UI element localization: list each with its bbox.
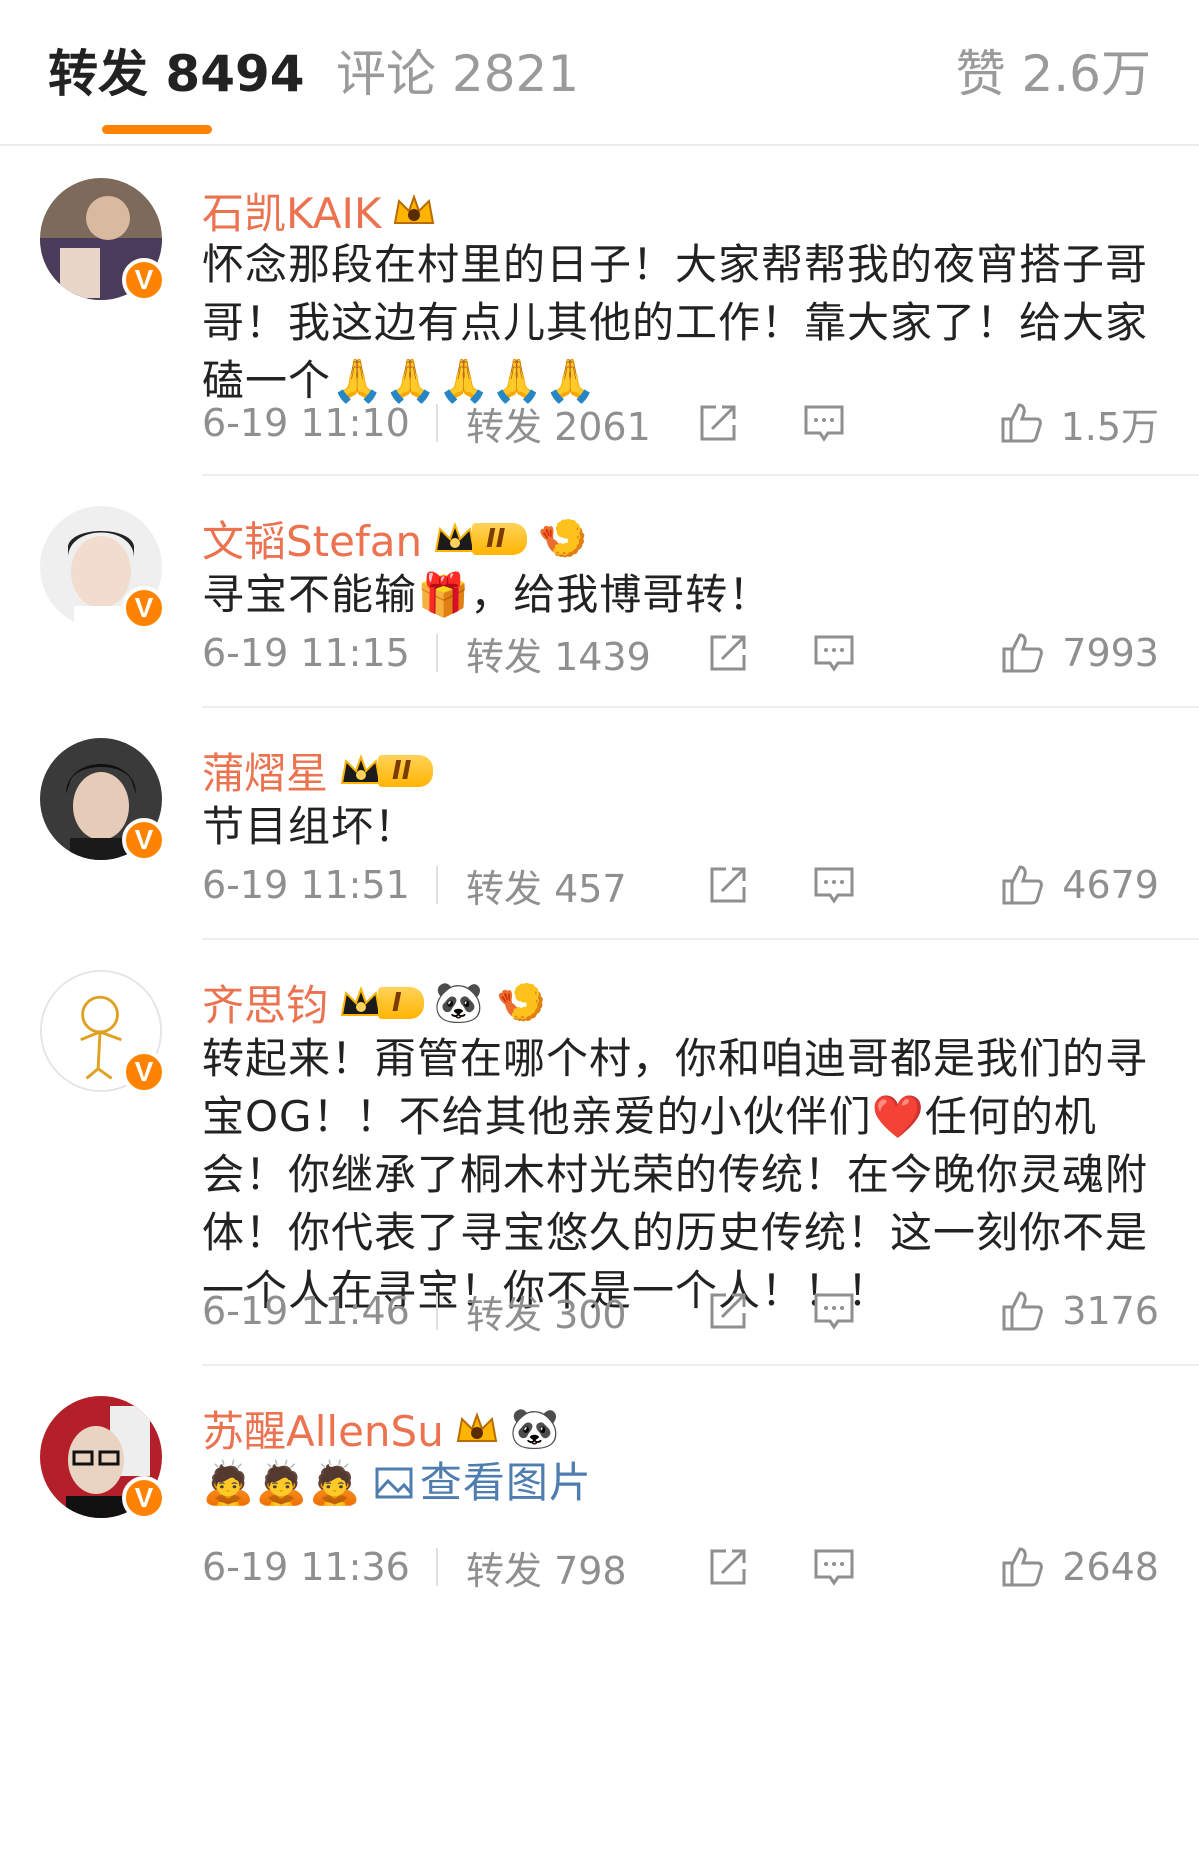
comment-time: 6-19 11:51 bbox=[202, 863, 410, 907]
like-button[interactable]: 7993 bbox=[1000, 631, 1159, 675]
comment-item: V 苏醒AllenSu 🐼 🙇🙇🙇 查看图片 6-19 11:36 转发 798… bbox=[0, 1366, 1199, 1622]
crown-icon bbox=[394, 193, 435, 224]
username[interactable]: 苏醒AllenSu bbox=[202, 1398, 444, 1459]
divider bbox=[436, 634, 438, 672]
username[interactable]: 文韬Stefan bbox=[202, 508, 422, 569]
username[interactable]: 齐思钧 bbox=[202, 972, 328, 1033]
active-tab-indicator bbox=[102, 125, 212, 134]
comment-text: 转起来！甭管在哪个村，你和咱迪哥都是我们的寻宝OG！！不给其他亲爱的小伙伴们❤️… bbox=[202, 1034, 1149, 1315]
divider bbox=[436, 1292, 438, 1330]
tab-bar: 转发 8494 评论 2821 赞 2.6万 bbox=[0, 0, 1199, 146]
repost-count[interactable]: 转发 1439 bbox=[466, 626, 716, 681]
comment-text: 🙇🙇🙇 bbox=[202, 1458, 362, 1507]
divider bbox=[436, 1548, 438, 1586]
comment-time: 6-19 11:10 bbox=[202, 401, 410, 445]
vip-level-badge: II bbox=[338, 751, 434, 791]
verified-v-icon: V bbox=[122, 258, 166, 302]
comment-icon[interactable] bbox=[802, 401, 846, 445]
image-icon bbox=[375, 1467, 413, 1499]
divider bbox=[436, 866, 438, 904]
share-icon[interactable] bbox=[706, 631, 750, 675]
divider bbox=[436, 404, 438, 442]
avatar[interactable]: V bbox=[40, 738, 166, 862]
comment-item: V 石凯KAIK 怀念那段在村里的日子！大家帮帮我的夜宵搭子哥哥！我这边有点儿其… bbox=[0, 146, 1199, 476]
comment-item: V 齐思钧 I 🐼 🍤 转起来！甭管在哪个村，你和咱迪哥都是我们的寻宝OG！！不… bbox=[0, 940, 1199, 1366]
like-button[interactable]: 4679 bbox=[1000, 863, 1159, 907]
avatar[interactable]: V bbox=[40, 506, 166, 630]
like-thumb-icon bbox=[1000, 863, 1044, 907]
comment-icon[interactable] bbox=[812, 1545, 856, 1589]
like-button[interactable]: 1.5万 bbox=[999, 396, 1159, 451]
panda-icon: 🐼 bbox=[509, 1405, 560, 1452]
tab-like[interactable]: 赞 2.6万 bbox=[956, 44, 1151, 104]
like-thumb-icon bbox=[1000, 1289, 1044, 1333]
repost-count[interactable]: 转发 300 bbox=[466, 1284, 716, 1339]
share-icon[interactable] bbox=[696, 401, 740, 445]
crown-icon bbox=[456, 1411, 498, 1442]
repost-count[interactable]: 转发 798 bbox=[466, 1540, 716, 1595]
like-count: 3176 bbox=[1062, 1289, 1159, 1333]
vip-level-badge: II bbox=[432, 519, 528, 559]
like-count: 1.5万 bbox=[1060, 404, 1159, 449]
repost-count[interactable]: 转发 2061 bbox=[466, 396, 716, 451]
tab-comment[interactable]: 评论 2821 bbox=[336, 44, 579, 104]
avatar[interactable]: V bbox=[40, 1396, 166, 1520]
comment-text: 寻宝不能输🎁，给我博哥转！ bbox=[202, 570, 772, 619]
comment-icon[interactable] bbox=[812, 631, 856, 675]
verified-v-icon: V bbox=[122, 818, 166, 862]
comment-item: V 蒲熠星 II 节目组坏！ 6-19 11:51 转发 457 4679 bbox=[0, 708, 1199, 940]
like-count: 4679 bbox=[1062, 863, 1159, 907]
verified-v-icon: V bbox=[122, 1050, 166, 1094]
username[interactable]: 石凯KAIK bbox=[202, 180, 381, 241]
username[interactable]: 蒲熠星 bbox=[202, 740, 328, 801]
share-icon[interactable] bbox=[706, 1289, 750, 1333]
like-button[interactable]: 3176 bbox=[1000, 1289, 1159, 1333]
like-thumb-icon bbox=[999, 401, 1043, 445]
like-button[interactable]: 2648 bbox=[1000, 1545, 1159, 1589]
comment-text: 节目组坏！ bbox=[202, 802, 418, 851]
panda-shrimp-icons: 🐼 🍤 bbox=[433, 979, 547, 1026]
comment-text: 怀念那段在村里的日子！大家帮帮我的夜宵搭子哥哥！我这边有点儿其他的工作！靠大家了… bbox=[202, 240, 1149, 405]
shrimp-icon: 🍤 bbox=[537, 515, 588, 562]
share-icon[interactable] bbox=[706, 1545, 750, 1589]
like-count: 7993 bbox=[1062, 631, 1159, 675]
like-thumb-icon bbox=[1000, 1545, 1044, 1589]
verified-v-icon: V bbox=[122, 1476, 166, 1520]
comment-content: 🙇🙇🙇 查看图片 bbox=[202, 1454, 1162, 1512]
comment-icon[interactable] bbox=[812, 1289, 856, 1333]
share-icon[interactable] bbox=[706, 863, 750, 907]
like-thumb-icon bbox=[1000, 631, 1044, 675]
comment-item: V 文韬Stefan II 🍤 寻宝不能输🎁，给我博哥转！ 6-19 11:15… bbox=[0, 476, 1199, 708]
repost-count[interactable]: 转发 457 bbox=[466, 858, 716, 913]
tab-repost[interactable]: 转发 8494 bbox=[48, 44, 305, 104]
view-image-link[interactable]: 查看图片 bbox=[374, 1454, 592, 1512]
comment-icon[interactable] bbox=[812, 863, 856, 907]
like-count: 2648 bbox=[1062, 1545, 1159, 1589]
avatar[interactable]: V bbox=[40, 970, 166, 1094]
comment-time: 6-19 11:15 bbox=[202, 631, 410, 675]
avatar[interactable]: V bbox=[40, 178, 166, 302]
verified-v-icon: V bbox=[122, 586, 166, 630]
comment-time: 6-19 11:46 bbox=[202, 1289, 410, 1333]
vip-level-badge: I bbox=[338, 983, 424, 1023]
comment-time: 6-19 11:36 bbox=[202, 1545, 410, 1589]
